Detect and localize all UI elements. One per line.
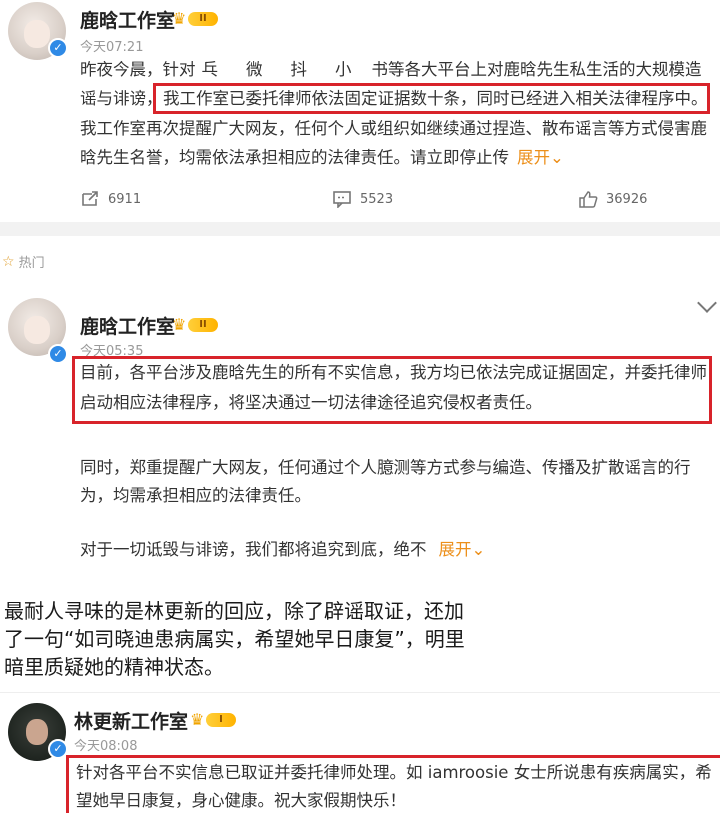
author-name[interactable]: 林更新工作室 [74, 707, 188, 734]
thumbs-up-icon [578, 190, 598, 208]
highlight-box [153, 83, 710, 114]
repost-button[interactable]: 6911 [80, 190, 141, 208]
verified-icon: ✓ [48, 739, 68, 759]
article-paragraph-line: 最耐人寻味的是林更新的回应，除了辟谣取证，还加 [4, 599, 464, 623]
comment-icon [332, 190, 352, 209]
post-text-line: 谣与诽谤， [80, 89, 163, 108]
author-name[interactable]: 鹿晗工作室 [80, 312, 175, 339]
separator [0, 566, 720, 578]
expand-link[interactable]: 展开 [439, 540, 472, 559]
hot-label: ☆ 热门 [2, 253, 45, 272]
post-card-2: ☆ 热门 ✓ 鹿晗工作室 ♛ II 今天05:35 目前，各平台涉及鹿晗先生的所有… [0, 236, 720, 566]
article-paragraph-line: 暗里质疑她的精神状态。 [4, 655, 224, 679]
post-text-line: 对于一切诋毁与诽谤，我们都将追究到底，绝不 展开⌄ [80, 540, 486, 559]
expand-link[interactable]: 展开 [517, 148, 550, 167]
post-text-line: 为，均需承担相应的法律责任。 [80, 486, 311, 505]
comment-button[interactable]: 5523 [332, 190, 393, 209]
vip-badge-icon: ♛ I [190, 711, 236, 729]
highlighted-text: 针对各平台不实信息已取证并委托律师处理。如 iamroosie 女士所说患有疾病… [76, 763, 712, 782]
like-button[interactable]: 36926 [578, 190, 647, 208]
verified-icon: ✓ [48, 344, 68, 364]
author-name[interactable]: 鹿晗工作室 [80, 6, 175, 33]
article-paragraph-line: 了一句“如司晓迪患病属实，希望她早日康复”，明里 [4, 627, 465, 651]
highlighted-text: 启动相应法律程序，将坚决通过一切法律途径追究侵权者责任。 [80, 393, 542, 412]
vip-badge-icon: ♛ II [172, 316, 218, 334]
post-text-line: 昨夜今晨，针对乓微抖小书等各大平台上对鹿晗先生私生活的大规模造 [80, 60, 702, 79]
separator [0, 222, 720, 236]
vip-badge-icon: ♛ II [172, 10, 218, 28]
star-icon: ☆ [2, 253, 15, 270]
post-text-line: 晗先生名誉，均需依法承担相应的法律责任。请立即停止传 展开⌄ [80, 148, 564, 167]
post-text-line: 我工作室再次提醒广大网友，任何个人或组织如继续通过捏造、散布谣言等方式侵害鹿 [80, 119, 707, 138]
post-time: 今天07:21 [80, 40, 144, 55]
chevron-down-icon[interactable] [697, 293, 717, 313]
repost-icon [80, 190, 100, 208]
post-card-1: ✓ 鹿晗工作室 ♛ II 今天07:21 昨夜今晨，针对乓微抖小书等各大平台上对鹿… [0, 0, 720, 222]
post-card-3: ✓ 林更新工作室 ♛ I 今天08:08 针对各平台不实信息已取证并委托律师处理。… [0, 692, 720, 813]
post-text-line: 同时，郑重提醒广大网友，任何通过个人臆测等方式参与编造、传播及扩散谣言的行 [80, 458, 691, 477]
highlighted-text: 望她早日康复，身心健康。祝大家假期快乐！ [76, 791, 406, 810]
highlighted-text: 目前，各平台涉及鹿晗先生的所有不实信息，我方均已依法完成证据固定，并委托律师 [80, 363, 707, 382]
verified-icon: ✓ [48, 38, 68, 58]
post-time: 今天08:08 [74, 739, 138, 754]
